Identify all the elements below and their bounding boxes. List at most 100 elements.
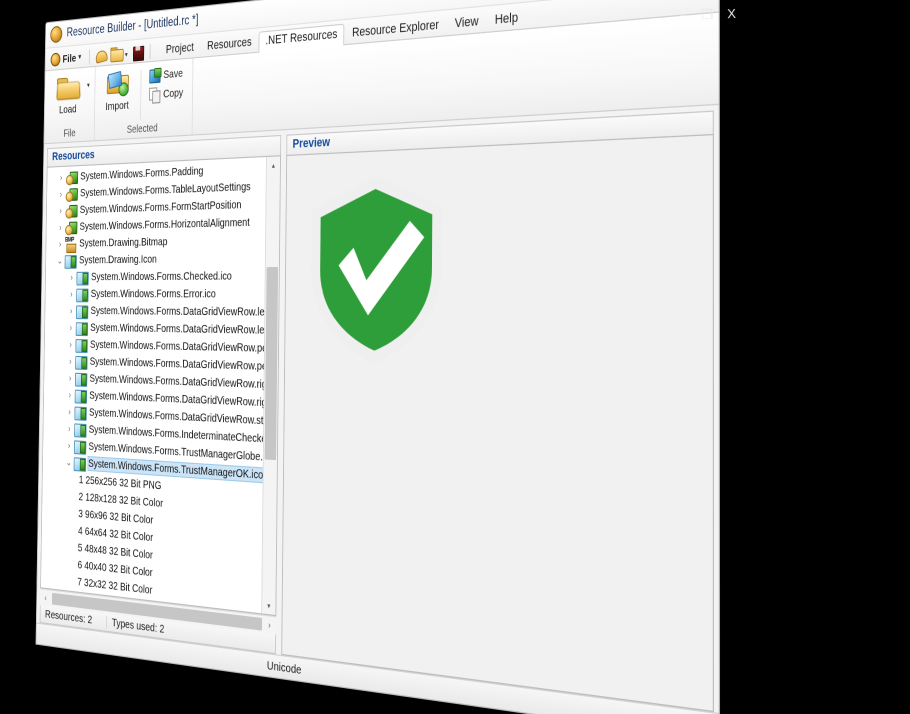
file-menu-icon — [50, 52, 61, 67]
load-button-label: Load — [58, 102, 77, 117]
class-object-icon — [66, 170, 78, 184]
copy-icon — [149, 87, 160, 103]
class-object-icon — [66, 187, 78, 201]
main-work-area: Resources › System.Windows.Forms.Padding ›… — [36, 105, 719, 713]
import-button[interactable]: Import — [99, 67, 135, 114]
quick-access-separator-2 — [149, 44, 151, 60]
scroll-up-arrow-icon[interactable]: ▴ — [267, 156, 280, 173]
scroll-down-arrow-icon[interactable]: ▾ — [262, 596, 275, 615]
tree-expander-icon[interactable]: ⌄ — [64, 456, 74, 468]
tree-expander-icon[interactable]: › — [65, 406, 75, 417]
perspective-wrapper: − ❐ X Resource Builder - [Untitled.rc *]… — [0, 0, 910, 714]
selected-small-buttons: Save Copy — [147, 62, 188, 104]
icon-resource-icon — [76, 304, 88, 318]
load-button-row: Load ▾ — [51, 71, 90, 118]
tree-expander-icon[interactable]: › — [65, 389, 75, 400]
tree-item[interactable]: › System.Windows.Forms.DataGridViewRow.le… — [45, 302, 267, 321]
import-badge-icon — [118, 82, 129, 97]
ribbon-group-file-title: File — [63, 127, 76, 140]
tree-item-label: System.Windows.Forms.Checked.ico — [90, 269, 232, 284]
preview-canvas[interactable] — [281, 133, 714, 713]
minimize-button[interactable]: − — [680, 8, 688, 23]
icon-resource-icon — [75, 388, 87, 402]
tree-vertical-scroll-thumb[interactable] — [264, 266, 279, 461]
window-controls: − ❐ X — [680, 6, 736, 23]
open-folder-icon — [57, 75, 80, 102]
tree-expander-icon[interactable]: › — [66, 322, 76, 333]
undo-icon[interactable] — [95, 47, 108, 64]
open-folder-icon[interactable] — [110, 46, 123, 63]
tree-item[interactable]: › System.Windows.Forms.Checked.ico — [46, 267, 265, 285]
quick-access-separator — [88, 49, 90, 65]
tree-expander-icon[interactable]: › — [67, 272, 77, 283]
class-object-icon — [65, 203, 77, 217]
tree-expander-icon[interactable]: › — [56, 205, 66, 216]
tree-expander-icon[interactable]: › — [66, 289, 76, 299]
file-menu-label: File — [62, 51, 77, 66]
scroll-right-arrow-icon[interactable]: › — [263, 619, 276, 631]
resources-tree-box: › System.Windows.Forms.Padding › System.Win… — [40, 155, 281, 617]
ribbon-group-selected-body: Import Save Copy — [99, 62, 188, 126]
application-icon — [50, 25, 63, 44]
tree-item-label: System.Windows.Forms.Error.ico — [90, 287, 216, 301]
preview-pane: Preview — [281, 110, 714, 713]
tree-item-label: System.Windows.Forms.HorizontalAlignment — [79, 215, 250, 234]
tree-expander-icon[interactable]: › — [65, 356, 75, 367]
tree-item[interactable]: ⌄ System.Drawing.Icon — [46, 249, 265, 269]
tree-item[interactable]: › System.Windows.Forms.Error.ico — [45, 285, 264, 303]
icon-resource-icon — [74, 439, 86, 453]
screen-root: − ❐ X Resource Builder - [Untitled.rc *]… — [0, 0, 910, 714]
icon-resource-icon — [76, 321, 88, 335]
tree-expander-icon[interactable]: › — [55, 222, 65, 233]
icon-resource-icon — [75, 371, 87, 385]
file-menu-button[interactable]: File ▾ — [48, 49, 85, 69]
ribbon-group-selected: Import Save Copy Selected — [94, 58, 194, 141]
resources-tree[interactable]: › System.Windows.Forms.Padding › System.Win… — [41, 157, 266, 613]
tab-view[interactable]: View — [447, 10, 487, 35]
tree-expander-icon[interactable]: › — [65, 372, 75, 384]
open-dropdown-caret-icon[interactable]: ▾ — [125, 51, 128, 59]
save-icon — [149, 68, 160, 84]
save-book-icon[interactable] — [131, 44, 144, 61]
tree-item-label: System.Drawing.Bitmap — [79, 235, 168, 250]
icon-resource-icon — [74, 456, 86, 471]
tree-expander-icon[interactable]: › — [66, 339, 76, 350]
tree-expander-icon[interactable]: › — [56, 172, 66, 183]
trust-manager-ok-shield-icon — [305, 170, 449, 369]
save-button[interactable]: Save — [147, 64, 187, 84]
icon-resource-icon — [75, 354, 87, 368]
scroll-left-arrow-icon[interactable]: ‹ — [40, 592, 51, 603]
icon-resource-icon — [76, 287, 88, 301]
tree-item-label: System.Windows.Forms.DataGridViewRow.lef… — [90, 304, 267, 320]
encoding-label: Unicode — [266, 658, 302, 678]
import-image-icon — [106, 70, 130, 97]
bitmap-icon — [65, 237, 77, 251]
icon-resource-icon — [65, 254, 77, 268]
tree-expander-icon[interactable]: ⌄ — [55, 255, 65, 267]
ribbon-group-file: Load ▾ File — [45, 66, 96, 144]
tree-expander-icon[interactable]: › — [64, 423, 74, 434]
chevron-down-icon: ▾ — [78, 53, 82, 62]
application-window: Resource Builder - [Untitled.rc *] File … — [35, 0, 720, 714]
tree-expander-icon[interactable]: › — [55, 239, 65, 250]
load-dropdown-caret-icon[interactable]: ▾ — [87, 81, 90, 90]
ribbon-inner-separator — [139, 69, 142, 120]
maximize-button[interactable]: ❐ — [701, 7, 713, 22]
save-button-label: Save — [163, 66, 183, 82]
tab-project[interactable]: Project — [159, 37, 200, 60]
tab-help[interactable]: Help — [487, 6, 527, 31]
icon-resource-icon — [74, 422, 86, 436]
copy-button[interactable]: Copy — [147, 84, 187, 104]
ribbon-group-file-body: Load ▾ — [50, 71, 90, 130]
close-button[interactable]: X — [727, 6, 736, 21]
class-object-icon — [65, 220, 77, 234]
tree-item-label: System.Windows.Forms.DataGridViewRow.lef… — [90, 321, 267, 338]
tree-expander-icon[interactable]: › — [64, 440, 74, 451]
import-button-label: Import — [105, 98, 129, 114]
resources-pane: Resources › System.Windows.Forms.Padding ›… — [39, 134, 282, 655]
shield-svg — [310, 173, 443, 366]
tree-expander-icon[interactable]: › — [56, 189, 66, 200]
icon-resource-icon — [74, 405, 86, 419]
tree-expander-icon[interactable]: › — [66, 305, 76, 316]
load-button[interactable]: Load — [51, 71, 86, 117]
